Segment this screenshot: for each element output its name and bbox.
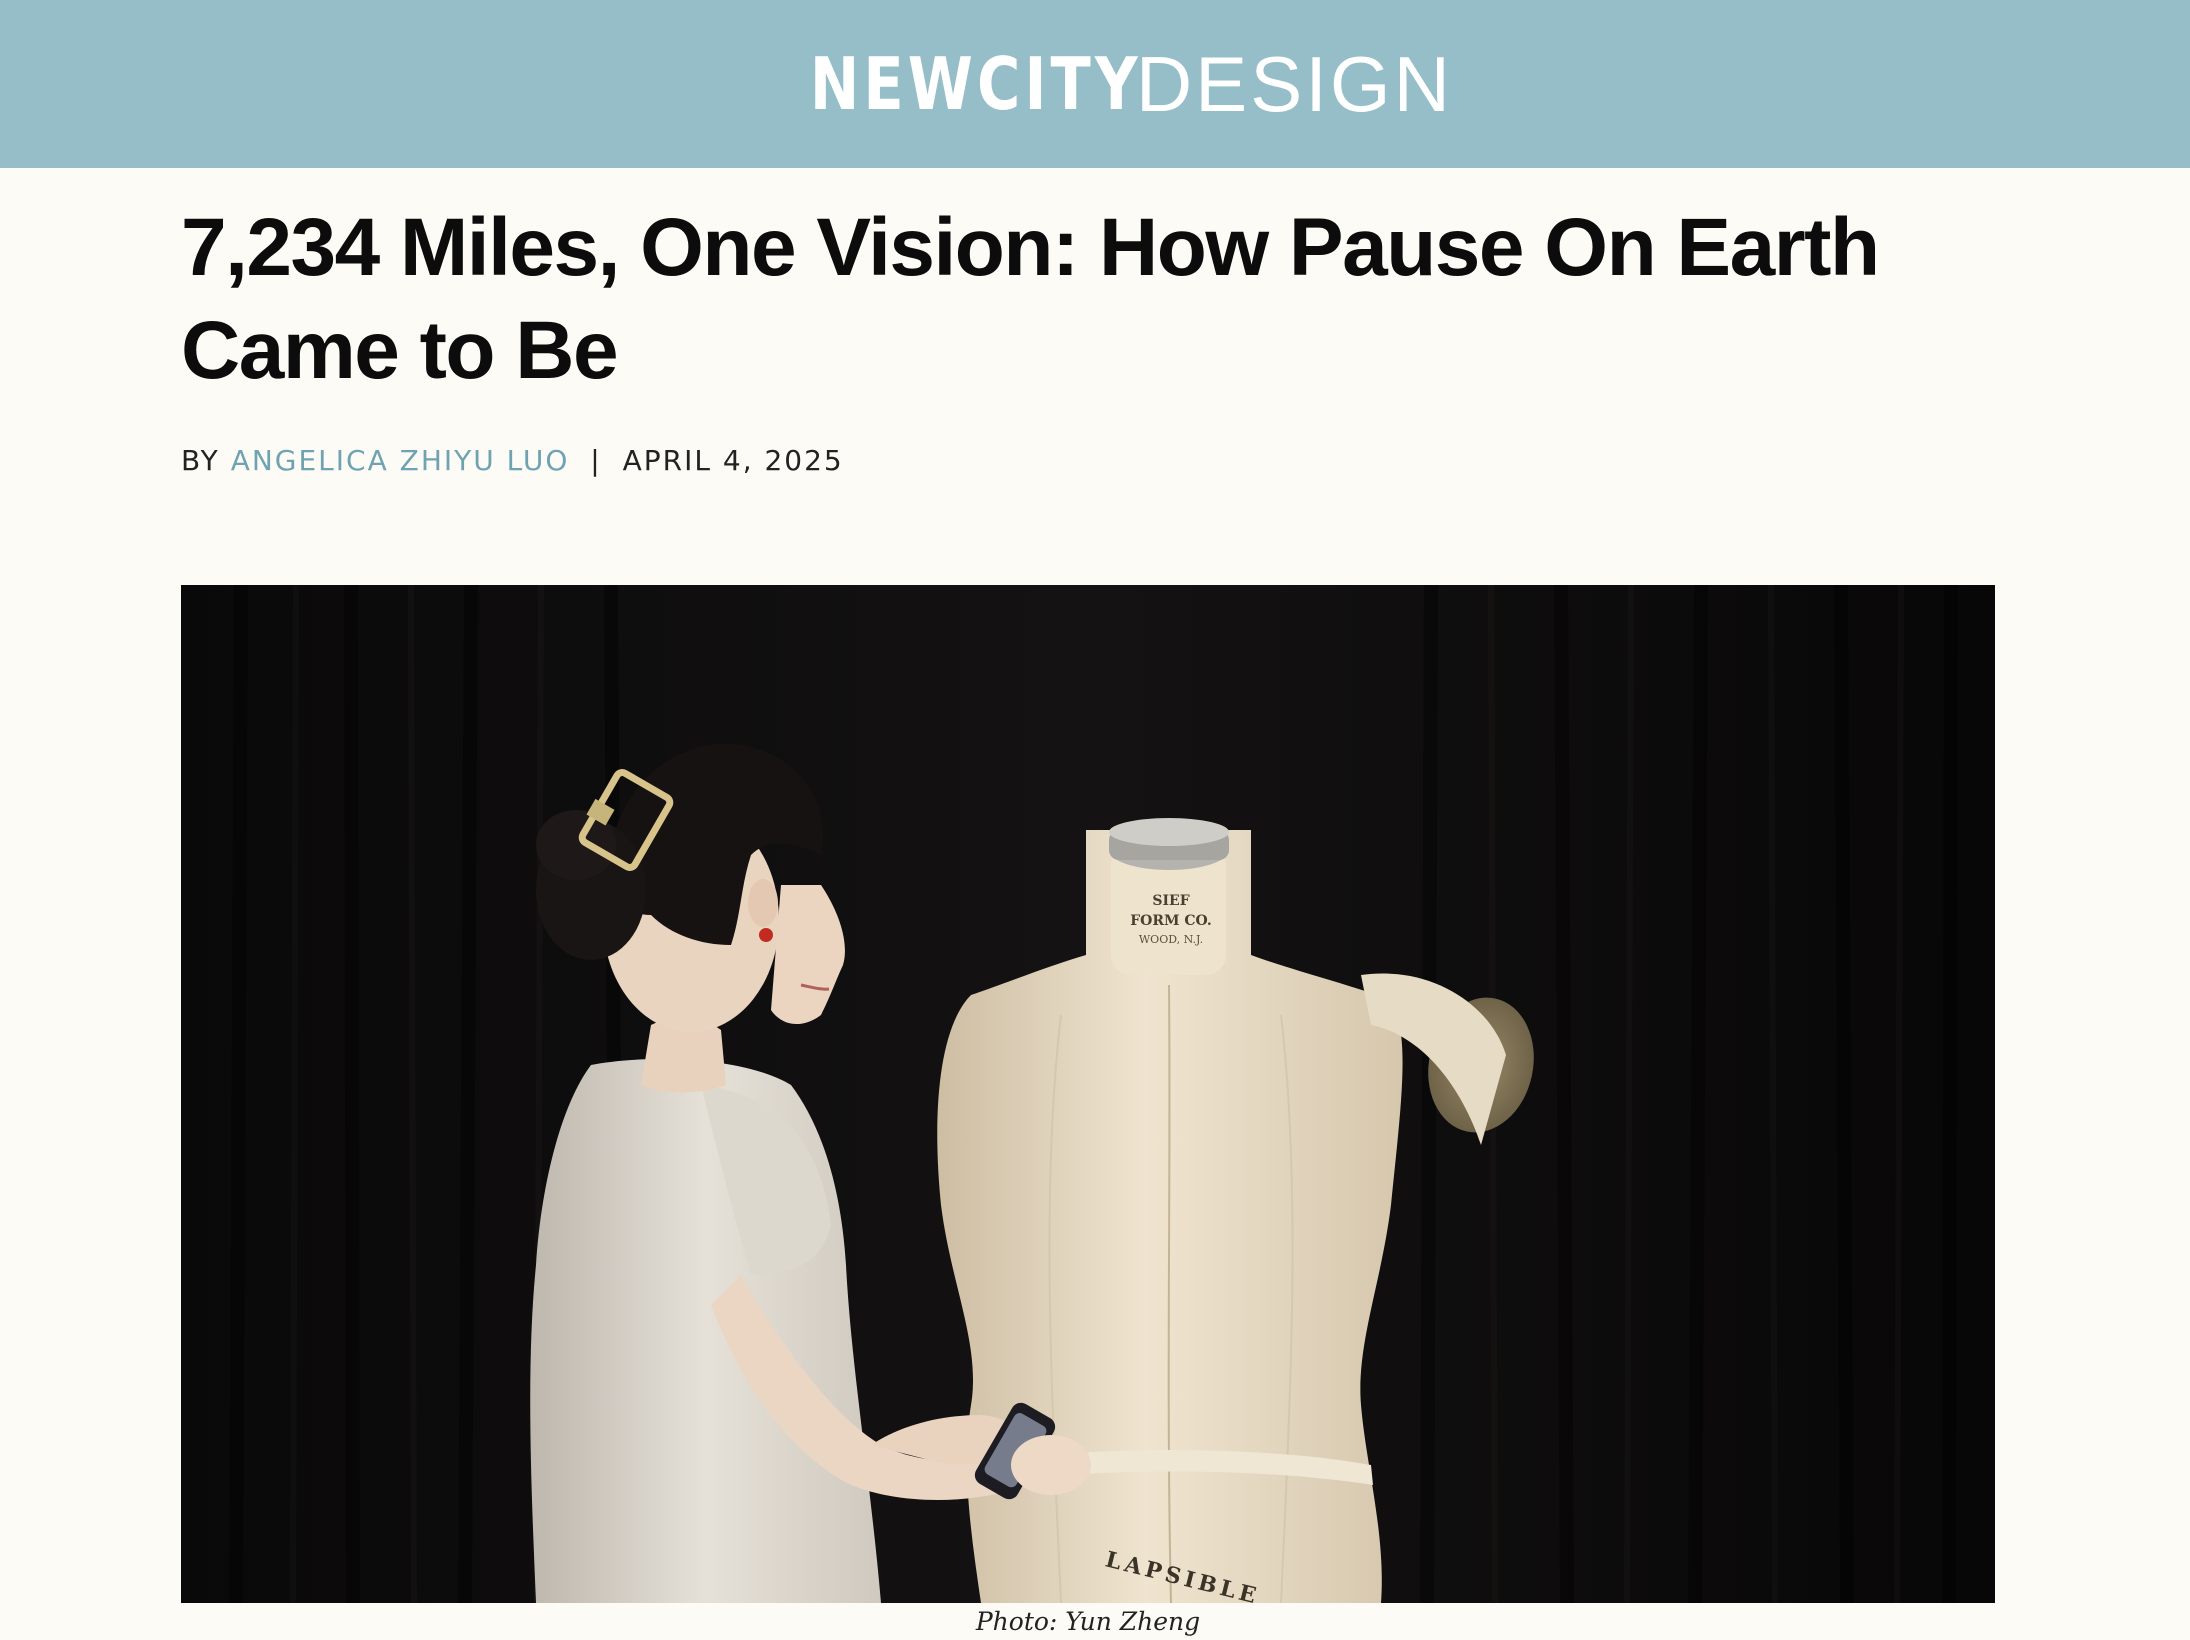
site-header: NEWCITY DESIGN xyxy=(0,0,2190,168)
photo-caption: Photo: Yun Zheng xyxy=(975,1607,1201,1636)
byline: BY ANGELICA ZHIYU LUO | APRIL 4, 2025 xyxy=(181,444,844,477)
byline-prefix: BY xyxy=(181,444,220,477)
logo-wordmark-bold: NEWCITY xyxy=(809,42,1142,126)
author-link[interactable]: ANGELICA ZHIYU LUO xyxy=(231,444,570,477)
byline-separator: | xyxy=(590,444,602,477)
site-logo[interactable]: NEWCITY DESIGN xyxy=(0,0,2190,168)
dress-form-label-1: SIEF xyxy=(1152,893,1189,909)
dress-form-label-2: FORM CO. xyxy=(1130,913,1212,929)
article-title: 7,234 Miles, One Vision: How Pause On Ea… xyxy=(181,202,1880,396)
featured-photo: SIEF FORM CO. WOOD, N.J. LAPSIBLE xyxy=(181,585,1995,1603)
publish-date: APRIL 4, 2025 xyxy=(622,444,844,477)
dress-form-label-3: WOOD, N.J. xyxy=(1139,933,1203,946)
logo-wordmark-light: DESIGN xyxy=(1135,39,1453,128)
featured-photo-illustration: SIEF FORM CO. WOOD, N.J. LAPSIBLE xyxy=(181,585,1995,1603)
